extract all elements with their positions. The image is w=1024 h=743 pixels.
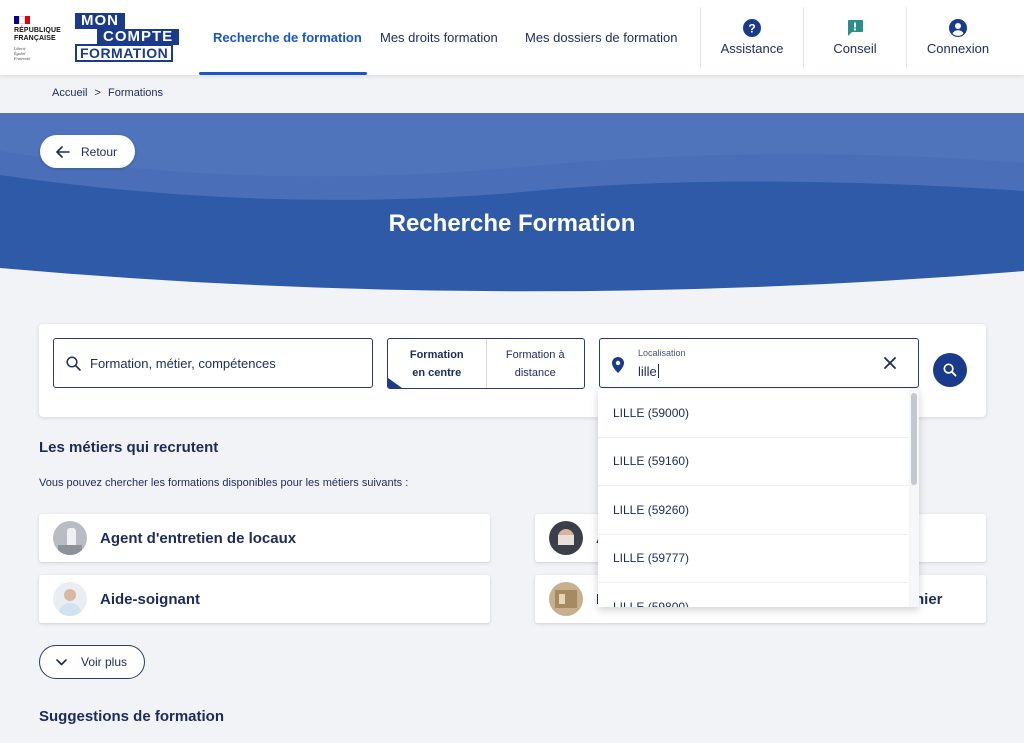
map-pin-icon — [612, 357, 624, 373]
breadcrumb-separator: > — [94, 87, 101, 99]
location-suggestion[interactable]: LILLE (59777) — [598, 535, 919, 583]
job-avatar — [549, 521, 583, 555]
back-button[interactable]: Retour — [40, 135, 135, 168]
training-mode-toggle: Formation en centre Formation à distance — [387, 338, 585, 389]
breadcrumb: Accueil > Formations — [52, 87, 167, 99]
location-label: Localisation — [638, 348, 686, 358]
hero-wave-background — [0, 113, 1024, 303]
job-label: Aide-soignant — [100, 590, 200, 608]
conseil-label: Conseil — [833, 41, 877, 56]
svg-text:?: ? — [748, 22, 755, 36]
brand-line2: COMPTE — [97, 29, 180, 45]
jobs-section-subtitle: Vous pouvez chercher les formations disp… — [39, 477, 409, 489]
search-icon — [943, 363, 957, 377]
job-label-tail: nier — [915, 590, 943, 608]
voir-plus-button[interactable]: Voir plus — [39, 645, 145, 679]
top-header: RÉPUBLIQUE FRANÇAISE Liberté Égalité Fra… — [0, 0, 1024, 75]
job-card[interactable]: Aide-soignant — [39, 575, 490, 623]
help-circle-icon: ? — [743, 19, 761, 37]
user-circle-icon — [949, 19, 967, 37]
jobs-section-title: Les métiers qui recrutent — [39, 439, 219, 456]
job-label: Agent d'entretien de locaux — [100, 529, 297, 547]
republique-francaise-logo[interactable]: RÉPUBLIQUE FRANÇAISE Liberté Égalité Fra… — [14, 16, 66, 61]
connexion-label: Connexion — [926, 41, 990, 56]
nav-active-indicator — [199, 72, 367, 75]
chat-alert-icon — [848, 20, 863, 36]
search-query-input[interactable]: Formation, métier, compétences — [53, 338, 373, 388]
close-icon[interactable] — [883, 356, 897, 370]
search-icon — [66, 355, 81, 371]
search-query-placeholder: Formation, métier, compétences — [90, 355, 276, 371]
mon-compte-formation-logo[interactable]: MON COMPTE FORMATION — [75, 13, 180, 62]
location-input[interactable]: Localisation lille — [599, 338, 919, 388]
dropdown-scrollbar[interactable] — [909, 389, 919, 607]
voir-plus-label: Voir plus — [81, 655, 128, 669]
nav-mes-droits[interactable]: Mes droits formation — [380, 0, 498, 75]
republic-motto: Liberté Égalité Fraternité — [14, 46, 31, 61]
location-value: lille — [638, 364, 659, 379]
job-card[interactable]: Agent d'entretien de locaux — [39, 514, 490, 562]
nav-mes-dossiers[interactable]: Mes dossiers de formation — [525, 0, 677, 75]
hero-banner — [0, 113, 1024, 303]
breadcrumb-accueil[interactable]: Accueil — [52, 87, 87, 99]
conseil-button[interactable]: Conseil — [804, 0, 906, 75]
assistance-button[interactable]: ? Assistance — [701, 0, 803, 75]
chevron-down-icon — [56, 658, 67, 665]
mode-a-distance-option[interactable]: Formation à distance — [487, 339, 585, 388]
job-avatar — [549, 582, 583, 616]
mode-en-centre-option[interactable]: Formation en centre — [388, 339, 487, 388]
location-suggestion[interactable]: LILLE (59260) — [598, 486, 919, 535]
page-title: Recherche Formation — [388, 210, 636, 237]
location-suggestion[interactable]: LILLE (59160) — [598, 438, 919, 486]
back-label: Retour — [81, 144, 118, 159]
republic-line1: RÉPUBLIQUE — [14, 27, 61, 34]
location-suggestions-dropdown: LILLE (59000) LILLE (59160) LILLE (59260… — [598, 389, 919, 607]
french-flag-icon — [14, 16, 31, 24]
dropdown-scrollbar-thumb[interactable] — [911, 393, 917, 485]
location-suggestion[interactable]: LILLE (59000) — [598, 389, 919, 438]
connexion-button[interactable]: Connexion — [907, 0, 1009, 75]
republic-line2: FRANÇAISE — [14, 35, 56, 42]
job-avatar — [53, 521, 87, 555]
arrow-left-icon — [56, 145, 70, 158]
location-suggestion[interactable]: LILLE (59800) — [598, 583, 919, 607]
brand-line1: MON — [75, 13, 125, 29]
search-submit-button[interactable] — [933, 353, 967, 387]
nav-recherche-formation[interactable]: Recherche de formation — [213, 0, 362, 75]
brand-line3: FORMATION — [75, 44, 174, 62]
suggestions-section-title: Suggestions de formation — [39, 708, 225, 725]
job-avatar — [53, 582, 87, 616]
assistance-label: Assistance — [720, 41, 784, 56]
breadcrumb-formations: Formations — [108, 87, 164, 99]
